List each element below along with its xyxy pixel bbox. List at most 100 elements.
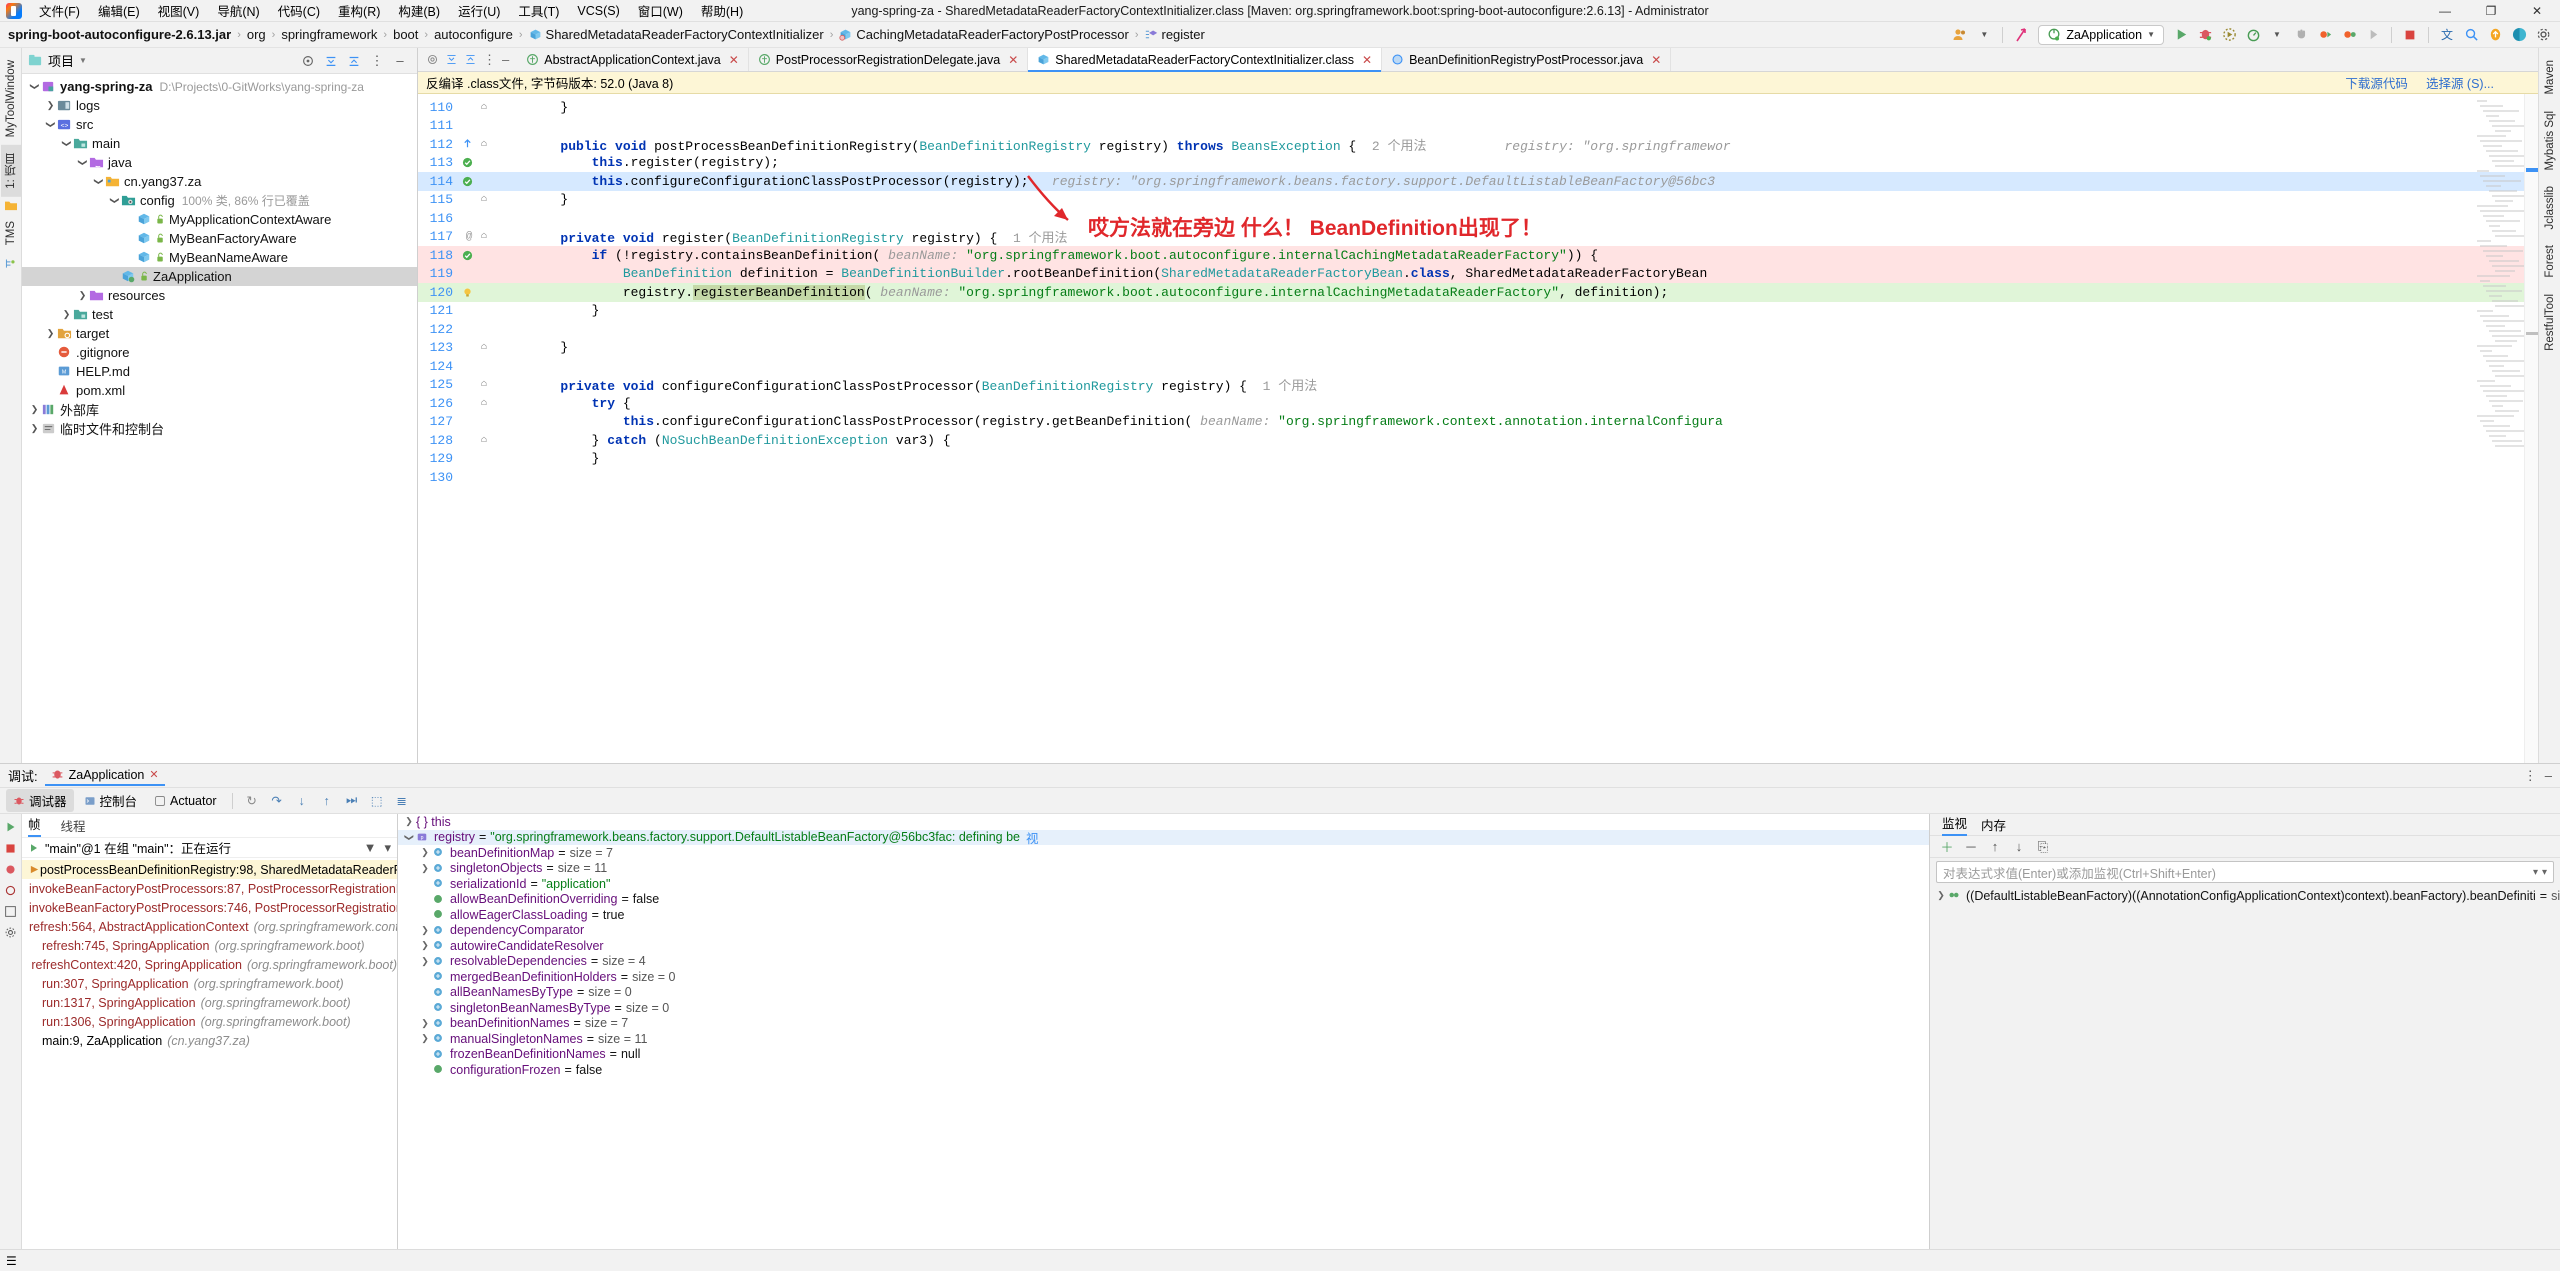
right-tool-window-tab-1[interactable]: Mybatis Sql — [2542, 103, 2558, 178]
debug-hide-icon[interactable]: – — [2545, 768, 2552, 784]
watch-history-icon[interactable]: ▾ — [2533, 867, 2538, 878]
right-tool-window-tab-3[interactable]: Forest — [2542, 237, 2558, 286]
breadcrumb-item-6[interactable]: CachingMetadataReaderFactoryPostProcesso… — [839, 27, 1129, 42]
editor-tab-2[interactable]: SharedMetadataReaderFactoryContextInitia… — [1028, 48, 1383, 72]
thread-selector[interactable]: "main"@1 在组 "main"：正在运行 ▼ ▾ — [22, 838, 397, 858]
menu-item-0[interactable]: 文件(F) — [30, 0, 89, 22]
variable-row-0[interactable]: ❯{ } this — [398, 814, 1929, 830]
right-tool-window-tab-0[interactable]: Maven — [2542, 52, 2558, 103]
run-to-cursor-icon[interactable]: ⏭ — [341, 791, 363, 811]
frame-item-8[interactable]: run:1306, SpringApplication (org.springfr… — [22, 1012, 397, 1031]
frame-item-0[interactable]: postProcessBeanDefinitionRegistry:98, Sh… — [22, 860, 397, 879]
editor-minimap[interactable] — [2474, 94, 2538, 763]
bookmark-icon[interactable] — [426, 53, 439, 66]
gutter-marker[interactable] — [462, 138, 476, 150]
variable-row-6[interactable]: allowEagerClassLoading = true — [398, 907, 1929, 923]
variable-expand-arrow[interactable]: ❯ — [418, 863, 432, 874]
branch-icon[interactable] — [2010, 25, 2032, 45]
watch-tab-0[interactable]: 监视 — [1942, 813, 1968, 836]
gutter-marker[interactable] — [462, 176, 476, 187]
watch-tool-0[interactable]: ＋ — [1938, 837, 1956, 856]
debug-restore-layout-icon[interactable] — [4, 905, 17, 918]
frame-item-5[interactable]: refreshContext:420, SpringApplication (or… — [22, 955, 397, 974]
debug-subtab-0[interactable]: 调试器 — [6, 789, 74, 812]
close-icon[interactable]: ✕ — [149, 768, 158, 781]
variable-row-11[interactable]: allBeanNamesByType = size = 0 — [398, 985, 1929, 1001]
watch-tool-3[interactable]: ↓ — [2010, 839, 2028, 854]
watch-toolbar[interactable]: ＋ － ↑ ↓ ⎘ — [1930, 836, 2560, 858]
stop-button[interactable] — [2399, 25, 2421, 45]
tree-node-6[interactable]: ❯ config 100% 类, 86% 行已覆盖 — [22, 191, 417, 210]
breadcrumb[interactable]: spring-boot-autoconfigure-2.6.13.jar › org… — [8, 27, 1205, 42]
run-configuration-selector[interactable]: ZaApplication ▼ — [2038, 24, 2164, 45]
breadcrumb-item-4[interactable]: autoconfigure — [434, 27, 513, 42]
frame-item-2[interactable]: invokeBeanFactoryPostProcessors:746, Pos… — [22, 898, 397, 917]
variable-expand-arrow[interactable]: ❯ — [404, 830, 415, 844]
fold-marker[interactable]: ⌂ — [476, 231, 492, 242]
gutter-marker[interactable] — [462, 287, 476, 298]
editor-tab-bar[interactable]: ⋮ – AbstractApplicationContext.java ✕ PostPr… — [418, 48, 2538, 72]
tree-expand-arrow[interactable]: ❯ — [76, 290, 89, 301]
close-icon[interactable]: ✕ — [729, 53, 739, 67]
chevron-down-icon[interactable]: ▼ — [2147, 30, 2155, 39]
watch-expand-icon[interactable]: ▾ — [2542, 867, 2547, 878]
debug-mute-breakpoints-icon[interactable] — [4, 863, 17, 876]
variable-row-15[interactable]: frozenBeanDefinitionNames = null — [398, 1047, 1929, 1063]
tree-expand-arrow[interactable]: ❯ — [44, 328, 57, 339]
avatars-icon[interactable] — [1949, 25, 1971, 45]
fold-marker[interactable]: ⌂ — [476, 435, 492, 446]
expand-all-icon[interactable] — [445, 53, 458, 66]
tree-node-18[interactable]: ❯ 临时文件和控制台 — [22, 419, 417, 438]
right-tool-window-tab-2[interactable]: Jclasslib — [2542, 178, 2558, 237]
tab-frames[interactable]: 帧 — [28, 814, 41, 837]
variable-expand-arrow[interactable]: ❯ — [418, 1018, 432, 1029]
gutter-marker[interactable] — [462, 250, 476, 261]
main-menu[interactable]: 文件(F) 编辑(E) 视图(V) 导航(N) 代码(C) 重构(R) 构建(B) 运行(U)… — [30, 0, 752, 22]
watch-tab-bar[interactable]: 监视 内存 — [1930, 814, 2560, 836]
debug-rerun-icon[interactable] — [4, 820, 18, 834]
choose-sources-link[interactable]: 选择源 (S)... — [2426, 73, 2494, 92]
code-line-118[interactable]: 118 if (!registry.containsBeanDefinition… — [418, 246, 2538, 265]
frame-item-4[interactable]: refresh:745, SpringApplication (org.sprin… — [22, 936, 397, 955]
breadcrumb-item-3[interactable]: boot — [393, 27, 418, 42]
step-into-icon[interactable]: ↓ — [291, 791, 313, 811]
variable-expand-arrow[interactable]: ❯ — [418, 940, 432, 951]
tree-node-0[interactable]: ❯ yang-spring-za D:\Projects\0-GitWorks\ya… — [22, 77, 417, 96]
close-icon[interactable]: ✕ — [1008, 53, 1018, 67]
locate-file-icon[interactable] — [297, 51, 319, 71]
code-line-115[interactable]: 115 ⌂ } — [418, 191, 2538, 210]
layout-icon[interactable]: ≣ — [391, 791, 413, 811]
code-line-124[interactable]: 124 — [418, 357, 2538, 376]
fold-marker[interactable]: ⌂ — [476, 398, 492, 409]
menu-item-5[interactable]: 重构(R) — [329, 0, 389, 22]
fold-marker[interactable]: ⌂ — [476, 139, 492, 150]
variable-row-3[interactable]: ❯ singletonObjects = size = 11 — [398, 861, 1929, 877]
menu-item-7[interactable]: 运行(U) — [449, 0, 509, 22]
debug-stop-icon[interactable] — [4, 842, 17, 855]
tree-node-1[interactable]: ❯ logs — [22, 96, 417, 115]
settings-icon[interactable] — [2532, 25, 2554, 45]
more-options-icon[interactable]: ⋮ — [366, 51, 388, 71]
tree-node-7[interactable]: MyApplicationContextAware — [22, 210, 417, 229]
rerun-coverage-button[interactable] — [2338, 25, 2360, 45]
gutter-marker[interactable] — [462, 157, 476, 168]
tool-window-tab-1[interactable]: 1: 项目 — [0, 145, 21, 198]
tree-expand-arrow[interactable]: ❯ — [28, 423, 41, 434]
thread-dropdown-icon[interactable]: ▾ — [384, 840, 391, 856]
right-tool-window-tab-4[interactable]: RestfulTool — [2542, 286, 2558, 359]
tree-expand-arrow[interactable]: ❯ — [45, 118, 56, 131]
hide-panel-icon[interactable]: – — [389, 51, 411, 71]
editor-tab-1[interactable]: PostProcessorRegistrationDelegate.java ✕ — [748, 48, 1029, 71]
tree-expand-arrow[interactable]: ❯ — [29, 80, 40, 93]
variable-expand-arrow[interactable]: ❯ — [402, 816, 416, 827]
step-out-icon[interactable]: ↑ — [316, 791, 338, 811]
variable-row-2[interactable]: ❯ beanDefinitionMap = size = 7 — [398, 845, 1929, 861]
tree-node-14[interactable]: .gitignore — [22, 343, 417, 362]
rerun-icon[interactable]: ↻ — [241, 791, 263, 811]
code-line-110[interactable]: 110 ⌂ } — [418, 98, 2538, 117]
fold-marker[interactable]: ⌂ — [476, 194, 492, 205]
debug-more-icon[interactable]: ⋮ — [2524, 768, 2537, 784]
code-line-123[interactable]: 123 ⌂ } — [418, 339, 2538, 358]
evaluate-icon[interactable]: ⬚ — [366, 791, 388, 811]
variable-row-8[interactable]: ❯ autowireCandidateResolver — [398, 938, 1929, 954]
